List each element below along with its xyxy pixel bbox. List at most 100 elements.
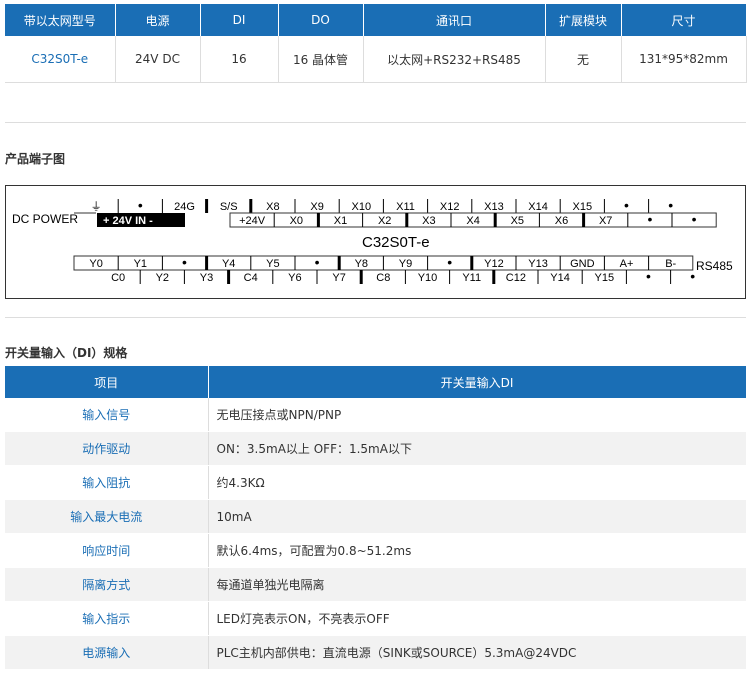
spec-label: 输入最大电流 <box>5 499 209 534</box>
table-cell: 24V DC <box>115 36 201 83</box>
header-cell: 尺寸 <box>621 4 747 36</box>
terminal-label: Y7 <box>332 272 345 284</box>
table-cell: 16 晶体管 <box>278 36 364 83</box>
terminal-label: X15 <box>573 201 593 213</box>
table-row: C32S0T-e 24V DC 16 16 晶体管 以太网+RS232+RS48… <box>5 36 747 83</box>
spec-value: 约4.3KΩ <box>208 465 746 500</box>
terminal-label: X12 <box>440 201 460 213</box>
terminal-label: C8 <box>376 272 390 284</box>
terminal-label: X6 <box>555 215 568 227</box>
spec-label: 隔离方式 <box>5 567 209 602</box>
header-cell: 通讯口 <box>363 4 546 36</box>
terminal-label: • <box>624 197 629 213</box>
spec-label: 电源输入 <box>5 635 209 670</box>
table-row: 响应时间 默认6.4ms，可配置为0.8~51.2ms <box>5 533 746 568</box>
header-cell: 项目 <box>5 366 209 398</box>
terminal-label: ⏚ <box>91 200 102 213</box>
product-table: 带以太网型号 电源 DI DO 通讯口 扩展模块 尺寸 C32S0T-e 24V… <box>5 4 747 83</box>
terminal-label: C4 <box>244 272 258 284</box>
table-row: 输入阻抗 约4.3KΩ <box>5 465 746 500</box>
terminal-label: Y6 <box>288 272 301 284</box>
header-cell: 开关量输入DI <box>208 366 747 398</box>
divider <box>5 122 746 123</box>
spec-label: 动作驱动 <box>5 431 209 466</box>
terminal-label: • <box>315 254 320 270</box>
table-cell: 无 <box>545 36 622 83</box>
table-row: 输入信号 无电压接点或NPN/PNP <box>5 398 746 432</box>
spec-label: 输入阻抗 <box>5 465 209 500</box>
terminal-label: Y4 <box>222 258 235 270</box>
header-cell: DI <box>200 4 279 36</box>
header-cell: DO <box>278 4 364 36</box>
spec-label: 响应时间 <box>5 533 209 568</box>
spec-section-title: 开关量输入（DI）规格 <box>5 346 128 360</box>
terminal-section-title: 产品端子图 <box>5 152 66 166</box>
terminal-label: X13 <box>484 201 504 213</box>
model-link[interactable]: C32S0T-e <box>5 36 116 83</box>
terminal-label: Y10 <box>418 272 438 284</box>
spec-label: 输入指示 <box>5 601 209 636</box>
terminal-label: X3 <box>422 215 435 227</box>
table-cell: 以太网+RS232+RS485 <box>363 36 546 83</box>
terminal-label: X14 <box>528 201 548 213</box>
terminal-label: Y12 <box>484 258 504 270</box>
spec-value: 无电压接点或NPN/PNP <box>208 398 746 432</box>
table-cell: 16 <box>200 36 279 83</box>
terminal-label: C12 <box>506 272 526 284</box>
product-table-header: 带以太网型号 电源 DI DO 通讯口 扩展模块 尺寸 <box>5 4 747 36</box>
terminal-diagram: DC POWER + 24V IN - C32S0T-e RS485 ⏚ • 24G… <box>5 185 746 299</box>
terminal-label: • <box>690 268 695 284</box>
spec-value: PLC主机内部供电：直流电源（SINK或SOURCE）5.3mA@24VDC <box>208 635 746 670</box>
spec-value: 默认6.4ms，可配置为0.8~51.2ms <box>208 533 746 568</box>
terminal-label: • <box>668 197 673 213</box>
terminal-label: • <box>182 254 187 270</box>
terminal-label: GND <box>570 258 595 270</box>
terminal-label: X11 <box>396 201 415 213</box>
table-row: 输入最大电流 10mA <box>5 499 746 534</box>
terminal-label: Y11 <box>462 272 481 284</box>
terminal-label: S/S <box>220 201 238 213</box>
table-row: 隔离方式 每通道单独光电隔离 <box>5 567 746 602</box>
table-cell: 131*95*82mm <box>621 36 747 83</box>
terminal-label: Y13 <box>528 258 548 270</box>
terminal-label: X2 <box>378 215 391 227</box>
dc-power-label: DC POWER <box>12 212 78 226</box>
terminal-label: A+ <box>620 258 634 270</box>
model-label: C32S0T-e <box>362 234 430 251</box>
terminal-label: X8 <box>266 201 279 213</box>
terminal-label: X4 <box>466 215 479 227</box>
table-row: 输入指示 LED灯亮表示ON，不亮表示OFF <box>5 601 746 636</box>
terminal-label: +24V <box>239 215 266 227</box>
terminal-label: Y5 <box>266 258 279 270</box>
terminal-label: • <box>647 211 652 227</box>
terminal-label: • <box>646 268 651 284</box>
terminal-label: X5 <box>511 215 524 227</box>
terminal-label: Y1 <box>134 258 147 270</box>
power-in-label: + 24V IN - <box>103 215 153 227</box>
terminal-label: • <box>692 211 697 227</box>
terminal-label: • <box>138 197 143 213</box>
header-cell: 带以太网型号 <box>5 4 116 36</box>
terminal-diagram-svg: DC POWER + 24V IN - C32S0T-e RS485 ⏚ • 24G… <box>12 197 733 284</box>
spec-table-header: 项目 开关量输入DI <box>5 366 747 398</box>
header-cell: 电源 <box>115 4 201 36</box>
rs485-label: RS485 <box>696 259 733 273</box>
spec-label: 输入信号 <box>5 398 209 432</box>
terminal-label: X10 <box>352 201 372 213</box>
terminal-label: Y8 <box>355 258 368 270</box>
terminal-label: Y15 <box>595 272 615 284</box>
table-row: 动作驱动 ON：3.5mA以上 OFF：1.5mA以下 <box>5 431 746 466</box>
terminal-label: C0 <box>111 272 125 284</box>
terminal-label: Y0 <box>89 258 102 270</box>
spec-value: LED灯亮表示ON，不亮表示OFF <box>208 601 746 636</box>
terminal-label: X7 <box>599 215 612 227</box>
spec-value: ON：3.5mA以上 OFF：1.5mA以下 <box>208 431 746 466</box>
terminal-label: X0 <box>290 215 303 227</box>
spec-value: 每通道单独光电隔离 <box>208 567 746 602</box>
terminal-label: B- <box>665 258 676 270</box>
spec-value: 10mA <box>208 499 746 534</box>
terminal-label: Y2 <box>156 272 169 284</box>
terminal-label: Y9 <box>399 258 412 270</box>
terminal-label: X1 <box>334 215 347 227</box>
header-cell: 扩展模块 <box>545 4 622 36</box>
